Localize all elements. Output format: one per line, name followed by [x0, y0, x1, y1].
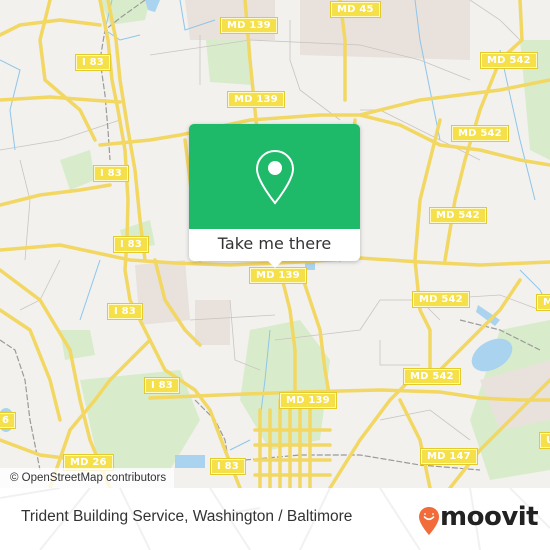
road-label-md45: MD 45	[330, 1, 381, 18]
road-label-md542: MD 542	[403, 368, 461, 385]
map-pin-icon	[255, 149, 295, 205]
map[interactable]: MD 45 MD 139 MD 139 MD 139 MD 139 MD 139…	[0, 0, 550, 488]
location-popup: Take me there	[189, 124, 360, 268]
road-label-i83: I 83	[144, 377, 180, 394]
road-label-md139: MD 139	[279, 392, 337, 409]
map-attribution[interactable]: © OpenStreetMap contributors	[0, 468, 175, 488]
take-me-there-button[interactable]: Take me there	[189, 229, 360, 261]
popup-pointer	[266, 259, 284, 268]
road-label-md542: MD	[536, 294, 550, 311]
place-title: Trident Building Service, Washington / B…	[21, 508, 353, 525]
road-label-i83: I 83	[107, 303, 143, 320]
moovit-smiley-pin-icon	[419, 507, 439, 535]
road-label-i83: I 83	[113, 236, 149, 253]
road-label-i83: I 83	[210, 458, 246, 475]
road-label-us: U	[538, 432, 550, 449]
road-label-md139: MD 139	[249, 267, 307, 284]
road-label-md542: MD 542	[429, 207, 487, 224]
moovit-wordmark: moovit	[440, 502, 539, 532]
road-label-md147: MD 147	[420, 448, 478, 465]
road-label-i83: I 83	[75, 54, 111, 71]
road-label-md139: MD 139	[220, 17, 278, 34]
road-label-md542: MD 542	[480, 52, 538, 69]
road-label-i83: I 83	[93, 165, 129, 182]
road-label-md542: MD 542	[451, 125, 509, 142]
popup-header	[189, 124, 360, 229]
moovit-logo[interactable]: moovit	[418, 502, 539, 536]
road-label-md26: 6	[0, 412, 17, 429]
footer-bar: Trident Building Service, Washington / B…	[0, 488, 550, 550]
road-label-md542: MD 542	[412, 291, 470, 308]
road-label-md139: MD 139	[227, 91, 285, 108]
